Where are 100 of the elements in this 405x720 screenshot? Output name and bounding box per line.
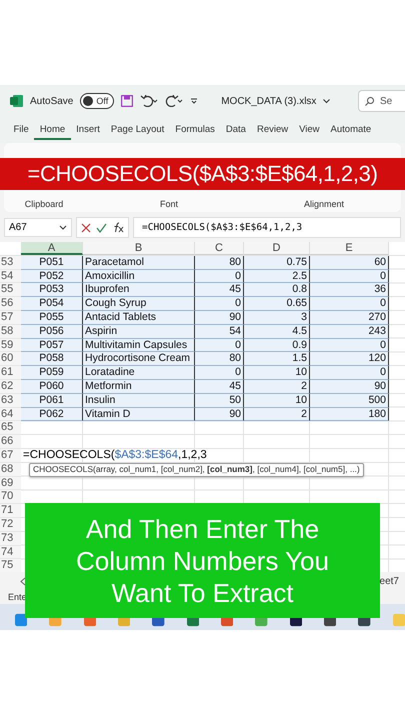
formula-field[interactable]: =CHOOSECOLS($A$3:$E$64,1,2,3 xyxy=(133,217,401,238)
table-cell: 0 xyxy=(195,366,244,380)
row-number: 64 xyxy=(0,408,21,422)
caption-overlay: And Then Enter The Column Numbers You Want To Extract xyxy=(25,503,380,618)
table-cell: P060 xyxy=(21,380,83,394)
row-number: 61 xyxy=(0,366,21,380)
table-cell: 2 xyxy=(244,408,310,422)
row-number: 74 xyxy=(0,546,21,560)
function-tooltip: CHOOSECOLS(array, col_num1, [col_num2], [col_num3], [col_num4], [col_num5], ...) xyxy=(29,462,364,477)
table-cell: Paracetamol xyxy=(83,256,195,270)
row-number: 54 xyxy=(0,270,21,284)
autosave-label: AutoSave xyxy=(30,96,74,106)
table-cell: 90 xyxy=(310,380,389,394)
row-number: 58 xyxy=(0,324,21,339)
enter-icon[interactable] xyxy=(96,222,107,232)
table-cell: Multivitamin Capsules xyxy=(83,338,195,352)
row-number: 65 xyxy=(0,421,21,436)
row-number: 62 xyxy=(0,380,21,394)
table-cell: 0 xyxy=(310,366,389,380)
table-cell: 45 xyxy=(195,283,244,298)
column-header[interactable]: D xyxy=(244,242,310,255)
spreadsheet-app-icon xyxy=(10,95,23,107)
row-number: 72 xyxy=(0,518,21,532)
table-cell: Vitamin D xyxy=(83,408,195,422)
file-name[interactable]: MOCK_DATA (3).xlsx xyxy=(221,96,316,106)
ribbon-group-label: Alignment xyxy=(302,199,346,209)
row-number: 56 xyxy=(0,297,21,311)
table-cell: Metformin xyxy=(83,380,195,394)
table-cell: 10 xyxy=(244,394,310,408)
table-cell: 270 xyxy=(310,310,389,325)
table-cell: 10 xyxy=(244,366,310,380)
row-number: 67 xyxy=(0,448,21,463)
column-header[interactable]: B xyxy=(83,242,195,255)
ribbon-tab[interactable]: Review xyxy=(251,120,294,140)
table-cell: 0 xyxy=(310,270,389,284)
function-icon[interactable] xyxy=(112,222,124,233)
column-header[interactable]: A xyxy=(21,242,83,255)
ribbon-group-label: Font xyxy=(158,199,179,209)
table-cell: Insulin xyxy=(83,394,195,408)
ribbon-tab[interactable]: Data xyxy=(220,120,252,140)
save-icon[interactable] xyxy=(121,95,134,107)
table-cell: Aspirin xyxy=(83,324,195,339)
ribbon-tab[interactable]: File xyxy=(8,120,34,140)
autosave-toggle[interactable]: Off xyxy=(80,93,114,109)
table-cell: Amoxicillin xyxy=(83,270,195,284)
table-cell: 0 xyxy=(195,270,244,284)
table-cell: P056 xyxy=(21,324,83,339)
row-number: 70 xyxy=(0,490,21,504)
ribbon-tab[interactable]: Insert xyxy=(70,120,106,140)
row-number: 73 xyxy=(0,532,21,546)
cell-entry[interactable]: =CHOOSECOLS($A$3:$E$64,1,2,3 xyxy=(21,448,207,463)
table-cell: 0.75 xyxy=(244,256,310,270)
sheet-tab[interactable]: eet7 xyxy=(380,576,399,586)
table-cell: 50 xyxy=(195,394,244,408)
ribbon-tab[interactable]: Formulas xyxy=(170,120,220,140)
table-cell: 80 xyxy=(195,256,244,270)
ribbon-tab[interactable]: Page Layout xyxy=(105,120,170,140)
search-field[interactable]: Se xyxy=(358,90,405,112)
previous-sheet-icon[interactable] xyxy=(20,576,26,586)
row-number: 75 xyxy=(0,559,21,572)
table-cell: Antacid Tablets xyxy=(83,310,195,325)
table-cell: 243 xyxy=(310,324,389,339)
row-number: 55 xyxy=(0,283,21,298)
table-cell: 0 xyxy=(195,338,244,352)
ribbon-group-label: Clipboard xyxy=(24,199,64,209)
table-cell: Cough Syrup xyxy=(83,297,195,311)
table-cell: 0.65 xyxy=(244,297,310,311)
table-cell: 4.5 xyxy=(244,324,310,339)
table-cell: P057 xyxy=(21,338,83,352)
table-cell: 90 xyxy=(195,408,244,422)
ribbon-tab[interactable]: View xyxy=(294,120,326,140)
row-number: 59 xyxy=(0,338,21,352)
table-cell: 90 xyxy=(195,310,244,325)
table-cell: 0 xyxy=(195,297,244,311)
table-cell: Ibuprofen xyxy=(83,283,195,298)
row-number: 69 xyxy=(0,476,21,490)
table-cell: 60 xyxy=(310,256,389,270)
customize-icon[interactable] xyxy=(190,97,198,105)
column-header[interactable]: C xyxy=(195,242,244,255)
table-cell: 0 xyxy=(310,338,389,352)
table-cell: 0.8 xyxy=(244,283,310,298)
redo-icon[interactable] xyxy=(165,95,184,107)
ribbon-tab[interactable]: Automate xyxy=(325,120,377,140)
chevron-down-icon[interactable] xyxy=(323,98,330,104)
table-cell: 180 xyxy=(310,408,389,422)
table-cell: 3 xyxy=(244,310,310,325)
table-cell: P054 xyxy=(21,297,83,311)
table-cell: P059 xyxy=(21,366,83,380)
row-number: 66 xyxy=(0,435,21,449)
ribbon-tab[interactable]: Home xyxy=(34,120,71,140)
table-cell: P058 xyxy=(21,352,83,366)
name-box[interactable]: A67 xyxy=(4,218,72,237)
column-header[interactable]: E xyxy=(310,242,389,255)
cancel-icon[interactable] xyxy=(81,222,91,232)
undo-icon[interactable] xyxy=(140,95,158,107)
table-cell: 80 xyxy=(195,352,244,366)
table-cell: 0.9 xyxy=(244,338,310,352)
table-cell: P053 xyxy=(21,283,83,298)
row-number: 53 xyxy=(0,256,21,270)
row-number: 68 xyxy=(0,462,21,477)
